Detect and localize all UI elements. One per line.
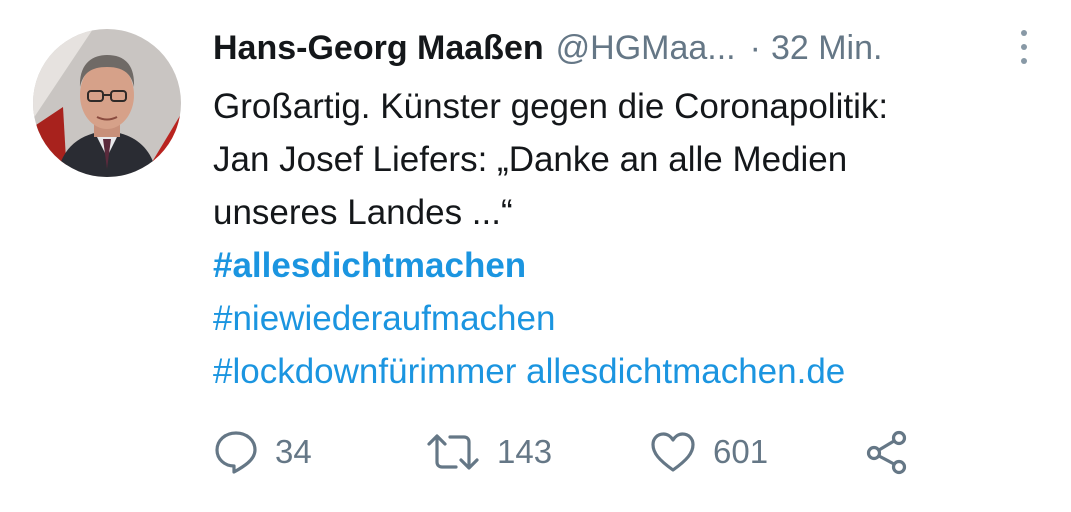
author-name[interactable]: Hans-Georg Maaßen — [213, 29, 544, 68]
reply-icon — [213, 429, 259, 475]
more-options-icon[interactable] — [1012, 30, 1036, 64]
author-handle[interactable]: @HGMaa... — [556, 29, 736, 68]
retweet-count: 143 — [497, 433, 553, 470]
heart-icon — [649, 429, 697, 475]
separator-dot: · — [749, 28, 761, 67]
like-count: 601 — [713, 433, 769, 470]
reply-button[interactable]: 34 — [213, 424, 312, 480]
hashtag-niewiederaufmachen[interactable]: #niewiederaufmachen — [213, 299, 555, 338]
more-dot — [1021, 58, 1027, 64]
tweet-text-line: Großartig. Künster gegen die Coronapolit… — [213, 87, 889, 126]
tweet-text-line: unseres Landes ...“ — [213, 193, 513, 232]
avatar[interactable] — [33, 29, 181, 177]
reply-count: 34 — [275, 433, 312, 470]
external-link[interactable]: allesdichtmachen.de — [526, 352, 845, 391]
retweet-icon — [425, 429, 481, 475]
share-button[interactable] — [863, 424, 911, 480]
more-dot — [1021, 30, 1027, 36]
hashtag-lockdownfurimmer[interactable]: #lockdownfürimmer — [213, 352, 516, 391]
more-dot — [1021, 44, 1027, 50]
like-button[interactable]: 601 — [649, 424, 768, 480]
share-icon — [863, 428, 911, 476]
tweet-text: Großartig. Künster gegen die Coronapolit… — [213, 80, 888, 398]
timestamp[interactable]: 32 Min. — [771, 29, 883, 68]
hashtag-allesdichtmachen[interactable]: #allesdichtmachen — [213, 246, 526, 285]
tweet-header: Hans-Georg Maaßen @HGMaa... · 32 Min. — [213, 25, 882, 71]
tweet-actions: 34 143 601 — [213, 424, 1013, 480]
retweet-button[interactable]: 143 — [425, 424, 552, 480]
tweet-text-line: Jan Josef Liefers: „Danke an alle Medien — [213, 140, 848, 179]
